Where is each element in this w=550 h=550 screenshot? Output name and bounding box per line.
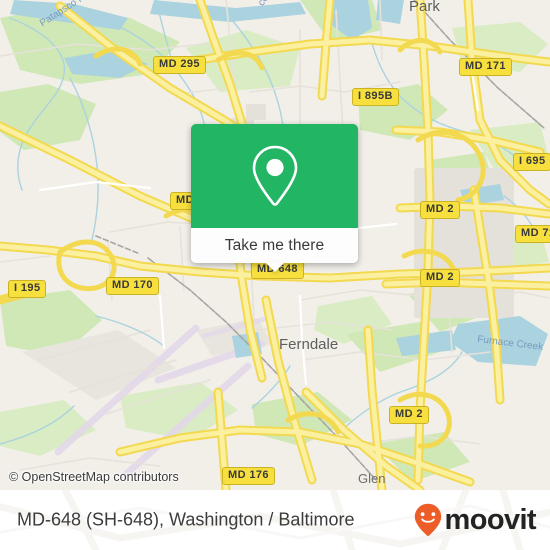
highway-shield-md-710[interactable]: MD 710	[515, 225, 550, 243]
location-title: MD-648 (SH-648), Washington / Baltimore	[17, 509, 355, 530]
place-label-park: Park	[409, 0, 440, 15]
highway-shield-i-195[interactable]: I 195	[8, 280, 47, 298]
popup-card-header	[191, 124, 358, 228]
highway-shield-i-895b[interactable]: I 895B	[352, 88, 399, 106]
place-label-glen: Glen	[358, 471, 386, 486]
highway-shield-md-2-mid[interactable]: MD 2	[420, 269, 460, 287]
moovit-wordmark: moovit	[444, 503, 537, 536]
map-canvas[interactable]: .w{fill:#aad3df} .wl{fill:none;stroke:#a…	[0, 0, 550, 490]
moovit-logo[interactable]: moovit	[414, 503, 537, 537]
take-me-there-label: Take me there	[224, 236, 325, 254]
osm-attribution: © OpenStreetMap contributors	[9, 470, 179, 484]
location-popup-card[interactable]: Take me there	[191, 124, 358, 272]
moovit-map-screenshot: .w{fill:#aad3df} .wl{fill:none;stroke:#a…	[0, 0, 550, 550]
place-label-ferndale: Ferndale	[279, 336, 339, 353]
highway-shield-md-171[interactable]: MD 171	[459, 58, 512, 76]
footer-bar: MD-648 (SH-648), Washington / Baltimore …	[0, 490, 550, 550]
highway-shield-md-176[interactable]: MD 176	[222, 467, 275, 485]
highway-shield-md-170[interactable]: MD 170	[106, 277, 159, 295]
popup-card-tail	[264, 262, 285, 272]
highway-shield-i-695[interactable]: I 695	[513, 153, 550, 171]
highway-shield-md-295[interactable]: MD 295	[153, 56, 206, 74]
moovit-pin-icon	[414, 503, 441, 536]
highway-shield-md-2-north[interactable]: MD 2	[420, 201, 460, 219]
highway-shield-md-2-south[interactable]: MD 2	[389, 406, 429, 424]
map-pin-icon	[252, 145, 297, 206]
popup-card-footer[interactable]: Take me there	[191, 228, 358, 272]
